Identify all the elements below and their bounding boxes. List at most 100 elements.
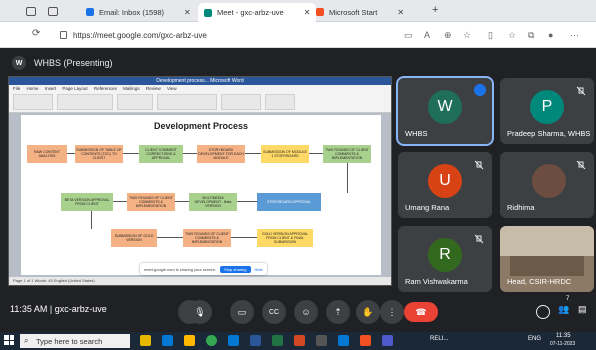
captions-button[interactable]: CC [262, 300, 286, 324]
tab-meet[interactable]: Meet - gxc-arbz-uve ✕ [198, 3, 317, 22]
close-tab-icon[interactable]: ✕ [184, 8, 191, 17]
collections-icon[interactable]: ⧉ [528, 30, 534, 41]
url-field[interactable]: https://meet.google.com/gxc-arbz-uve [60, 26, 500, 44]
close-tab-icon[interactable]: ✕ [397, 8, 404, 17]
read-aloud-icon[interactable]: A [424, 30, 430, 40]
leave-call-button[interactable]: ☎ [404, 302, 438, 322]
present-screen-icon: ⇡ [334, 306, 342, 317]
taskbar-app-icon[interactable] [360, 335, 371, 346]
favorite-icon[interactable]: ☆ [463, 30, 471, 41]
present-button[interactable]: ⇡ [326, 300, 350, 324]
favorites-icon[interactable]: ☆ [508, 30, 516, 41]
meeting-info: 11:35 AM | gxc-arbz-uve [10, 304, 107, 314]
taskbar-app-icon[interactable] [162, 335, 173, 346]
emoji-button[interactable]: ☺ [294, 300, 318, 324]
captions-icon: CC [268, 308, 280, 316]
ribbon-group [221, 94, 261, 110]
flow-box: STORYBOARD APPROVAL [257, 193, 321, 211]
emoji-icon: ☺ [301, 307, 311, 317]
participant-tile[interactable]: R Ram Vishwakarma [398, 226, 492, 292]
participant-tile[interactable]: Ridhima [500, 152, 594, 218]
word-icon[interactable] [250, 335, 261, 346]
collections-icon[interactable] [48, 7, 58, 16]
more-vert-icon: ⋮ [387, 306, 397, 317]
ribbon-group [57, 94, 113, 110]
profile-icon[interactable]: ● [548, 30, 553, 40]
flow-box: SUBMISSION OF MODULE 1 STORYBOARD [261, 145, 309, 163]
flow-arrow [183, 153, 197, 154]
raise-hand-button[interactable]: ✋ [356, 300, 380, 324]
shared-screen: Development process... Microsoft Word Fi… [8, 76, 392, 286]
taskbar-search[interactable]: ⌕ Type here to search [20, 334, 130, 348]
document-page: Development Process RAW CONTENT ANALYSIS… [21, 115, 381, 275]
flow-box: RAW CONTENT ANALYSIS [27, 145, 67, 163]
tab-actions-icon[interactable] [26, 7, 36, 16]
settings-menu-icon[interactable]: ⋯ [570, 30, 579, 41]
flow-arrow [231, 237, 257, 238]
zoom-icon[interactable]: ⊕ [444, 30, 452, 41]
flow-arrow [91, 211, 92, 229]
screen-share-notice: meet.google.com is sharing your screen. … [140, 263, 267, 275]
search-icon: ⌕ [24, 336, 29, 345]
microphone-button[interactable]: 🎙 [188, 300, 212, 324]
windows-start-icon[interactable] [4, 335, 14, 345]
tray-app-label[interactable]: RELI... [430, 336, 448, 342]
info-icon[interactable] [536, 305, 550, 319]
avatar: P [530, 90, 564, 124]
more-options-button[interactable]: ⋮ [380, 300, 404, 324]
tab-strip: Email: Inbox (1598) ✕ Meet - gxc-arbz-uv… [0, 0, 596, 22]
flow-box: TWO ROUNDS OF CLIENT COMMENTS & IMPLEMEN… [323, 145, 371, 163]
flow-box: GOLD VERSION APPROVAL FROM CLIENT & FINA… [257, 229, 313, 247]
chrome-icon[interactable] [206, 335, 217, 346]
tab-email[interactable]: Email: Inbox (1598) ✕ [80, 4, 197, 20]
flow-box: TWO ROUNDS OF CLIENT COMMENTS & IMPLEMEN… [127, 193, 175, 211]
flow-arrow [123, 153, 139, 154]
mic-off-icon [576, 160, 586, 170]
excel-icon[interactable] [272, 335, 283, 346]
avatar: W [428, 90, 462, 124]
word-ribbon: File Home Insert Page Layout References … [9, 85, 391, 113]
flow-arrow [347, 163, 348, 193]
tray-clock[interactable]: 11:35 [556, 333, 571, 339]
participant-tile[interactable]: Head, CSIR-HRDC [500, 226, 594, 292]
taskbar-app-icon[interactable] [338, 335, 349, 346]
meet-icon [204, 8, 212, 17]
participant-tile[interactable]: P Pradeep Sharma, WHBS [500, 78, 594, 144]
ribbon-group [13, 94, 53, 110]
camera-button[interactable]: ▭ [230, 300, 254, 324]
mic-off-icon [576, 86, 586, 96]
chat-icon[interactable]: ▤ [578, 304, 587, 315]
flow-arrow [309, 153, 323, 154]
flow-box: SUBMISSION OF TABLE OF CONTENTS (TOC) TO… [75, 145, 123, 163]
mail-icon [86, 8, 94, 16]
address-bar: ⟳ https://meet.google.com/gxc-arbz-uve ▭… [0, 22, 596, 48]
taskbar-app-icon[interactable] [140, 335, 151, 346]
tab-microsoft-start[interactable]: Microsoft Start ✕ [310, 4, 410, 20]
flow-arrow [237, 201, 257, 202]
people-icon[interactable]: 👥 [558, 304, 569, 315]
file-explorer-icon[interactable] [184, 335, 195, 346]
participant-tile[interactable]: U Umang Rana [398, 152, 492, 218]
camera-icon[interactable]: ▭ [404, 30, 413, 41]
tray-date[interactable]: 07-11-2023 [550, 341, 575, 347]
language-indicator[interactable]: ENG [528, 336, 541, 342]
split-screen-icon[interactable]: ▯ [488, 30, 493, 41]
flow-box: MULTIMEDIA DEVELOPMENT - Beta VERSION [189, 193, 237, 211]
participant-tile[interactable]: W WHBS [396, 76, 494, 146]
edge-icon[interactable] [228, 335, 239, 346]
teams-icon[interactable] [382, 335, 393, 346]
video-feed [510, 256, 584, 276]
flow-box: STORYBOARD DEVELOPMENT FOR EACH MODULE [197, 145, 245, 163]
hide-button[interactable]: Hide [255, 267, 263, 272]
flow-arrow [67, 153, 75, 154]
taskbar-app-icon[interactable] [316, 335, 327, 346]
stop-sharing-button[interactable]: Stop sharing [220, 265, 251, 273]
hand-icon: ✋ [362, 306, 374, 317]
flow-arrow [157, 237, 183, 238]
participant-count: 7 [566, 296, 570, 302]
windows-taskbar: ⌕ Type here to search RELI... ENG 11:35 … [0, 332, 596, 350]
new-tab-button[interactable]: + [432, 4, 438, 16]
powerpoint-icon[interactable] [294, 335, 305, 346]
video-feed [500, 226, 594, 256]
refresh-icon[interactable]: ⟳ [32, 28, 40, 39]
